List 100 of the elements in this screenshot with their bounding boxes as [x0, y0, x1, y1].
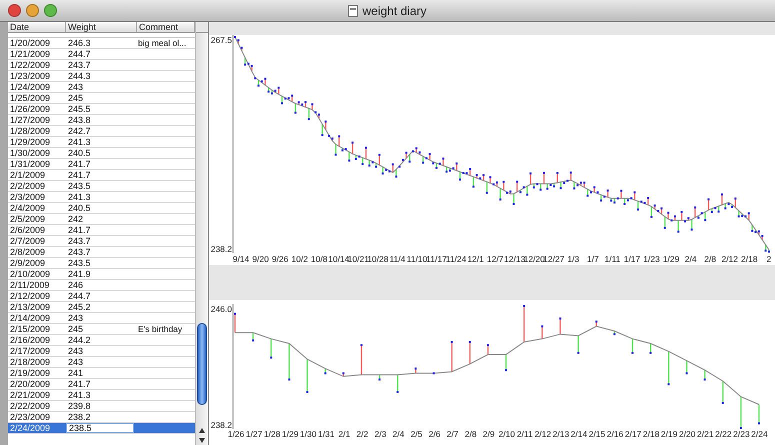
- weight-cell-text: 245: [67, 93, 84, 103]
- weight-cell-text: 241.3: [67, 137, 92, 147]
- x-axis-label: 2: [766, 254, 772, 264]
- weight-cell-text: 244.7: [67, 49, 92, 59]
- date-cell-text: 2/22/2009: [9, 401, 52, 411]
- date-cell-text: 2/6/2009: [9, 225, 46, 235]
- date-cell-text: 2/24/2009: [9, 423, 52, 433]
- date-cell-text: 2/4/2009: [9, 203, 46, 213]
- weight-input-field[interactable]: 238.5: [66, 423, 134, 433]
- scrollbar-thumb[interactable]: [197, 323, 207, 405]
- weight-cell-text: 243.7: [67, 60, 92, 70]
- date-cell-text: 2/23/2009: [9, 412, 52, 422]
- date-cell-text: 2/12/2009: [9, 291, 52, 301]
- x-axis-label: 1/11: [604, 254, 620, 264]
- x-axis-label: 2/6: [428, 429, 440, 439]
- date-cell-text: 2/1/2009: [9, 170, 46, 180]
- x-axis-label: 2/18: [741, 254, 758, 264]
- x-axis-label: 2/21: [697, 429, 714, 439]
- weight-cell-text: 243.5: [67, 258, 92, 268]
- x-axis-label: 2/11: [516, 429, 533, 439]
- x-axis-label: 1/29: [662, 254, 680, 264]
- weight-cell-text: 243: [67, 82, 84, 92]
- weight-cell-text: 245.2: [67, 302, 92, 312]
- weight-cell-text: 243.7: [67, 247, 92, 257]
- x-axis-label: 2/17: [624, 429, 642, 439]
- date-cell-text: 2/3/2009: [9, 192, 46, 202]
- x-axis-label: 10/21: [348, 254, 369, 264]
- weight-cell-text: 240.5: [67, 148, 92, 158]
- x-axis-label: 11/10: [406, 254, 428, 264]
- weight-cell-text: 241.9: [67, 269, 92, 279]
- x-axis-label: 1/28: [264, 429, 280, 439]
- x-axis-label: 2/23: [733, 429, 750, 439]
- date-cell-text: 2/20/2009: [9, 379, 52, 389]
- date-cell-text: 1/31/2009: [9, 159, 52, 169]
- date-cell-text: 1/27/2009: [9, 115, 52, 125]
- weight-cell-text: 241.7: [67, 225, 92, 235]
- y-axis-label: 267.5: [210, 35, 232, 45]
- scroll-down-arrow-icon[interactable]: [199, 438, 205, 442]
- weight-cell-text: 240.5: [67, 203, 92, 213]
- close-button[interactable]: [8, 4, 21, 17]
- column-header[interactable]: Weight: [66, 22, 137, 32]
- date-cell-text: 2/2/2009: [9, 181, 46, 191]
- scroll-up-arrow-icon[interactable]: [199, 428, 205, 433]
- x-axis-label: 1/29: [282, 429, 298, 439]
- x-axis-label: 1/30: [300, 429, 316, 439]
- x-axis-label: 9/20: [252, 254, 269, 264]
- date-cell-text: 1/20/2009: [9, 38, 52, 48]
- date-cell-text: 2/7/2009: [9, 236, 46, 246]
- y-axis-label: 238.2: [210, 244, 232, 254]
- x-axis-label: 10/28: [367, 254, 388, 264]
- minimize-button[interactable]: [26, 4, 39, 17]
- x-axis-label: 10/2: [291, 254, 308, 264]
- weight-cell-text: 244.7: [67, 291, 92, 301]
- date-cell-text: 1/29/2009: [9, 137, 52, 147]
- weight-cell-text: 243.5: [67, 181, 92, 191]
- x-axis-label: 2/20: [678, 429, 696, 439]
- x-axis-label: 12/27: [543, 254, 564, 264]
- y-axis-label: 238.2: [210, 420, 232, 430]
- x-axis-label: 2/24: [751, 429, 768, 439]
- date-cell-text: 1/26/2009: [9, 104, 52, 114]
- weight-cell-text: 246: [67, 280, 84, 290]
- date-cell-text: 2/8/2009: [9, 247, 46, 257]
- x-axis-label: 1/31: [318, 429, 335, 439]
- x-axis-label: 10/14: [328, 254, 350, 264]
- y-axis-label: 246.0: [210, 304, 232, 314]
- date-cell-text: 2/14/2009: [9, 313, 52, 323]
- date-cell-text: 2/10/2009: [9, 269, 52, 279]
- weight-cell-text: 241.7: [67, 159, 92, 169]
- x-axis-label: 11/17: [426, 254, 447, 264]
- date-cell-text: 1/30/2009: [9, 148, 52, 158]
- x-axis-label: 2/7: [446, 429, 459, 439]
- weight-cell-text: 243: [67, 357, 84, 367]
- comment-cell-text: E's birthday: [137, 324, 184, 334]
- x-axis-label: 1/26: [228, 429, 244, 439]
- weight-cell-text: 238.2: [67, 412, 92, 422]
- comment-cell-text: big meal ol...: [137, 38, 188, 48]
- date-cell-text: 2/18/2009: [9, 357, 52, 367]
- date-cell-text: 2/15/2009: [9, 324, 52, 334]
- x-axis-label: 2/2: [356, 429, 368, 439]
- date-cell-text: 2/11/2009: [9, 280, 50, 290]
- weight-cell-text: 242: [67, 214, 84, 224]
- zoom-button[interactable]: [44, 4, 57, 17]
- x-axis-label: 1/17: [624, 254, 640, 264]
- x-axis-label: 2/4: [684, 254, 697, 264]
- date-cell-text: 2/16/2009: [9, 335, 52, 345]
- weight-cell-text: 243.7: [67, 236, 92, 246]
- column-header[interactable]: Date: [8, 22, 66, 32]
- weight-cell-text: 241.7: [67, 379, 92, 389]
- weight-cell-text: 246.3: [67, 38, 92, 48]
- x-axis-label: 2/14: [570, 429, 588, 439]
- window-title: weight diary: [362, 3, 427, 20]
- weight-cell-text: 241.3: [67, 390, 92, 400]
- x-axis-label: 2/5: [410, 429, 422, 439]
- selected-row[interactable]: 2/24/2009 238.5: [8, 423, 195, 434]
- x-axis-label: 2/15: [588, 429, 606, 439]
- x-axis-label: 2/8: [464, 429, 477, 439]
- x-axis-label: 12/7: [486, 254, 504, 264]
- weight-cell-text: 239.8: [67, 401, 92, 411]
- x-axis-label: 2/3: [374, 429, 386, 439]
- x-axis-label: 12/1: [467, 254, 484, 264]
